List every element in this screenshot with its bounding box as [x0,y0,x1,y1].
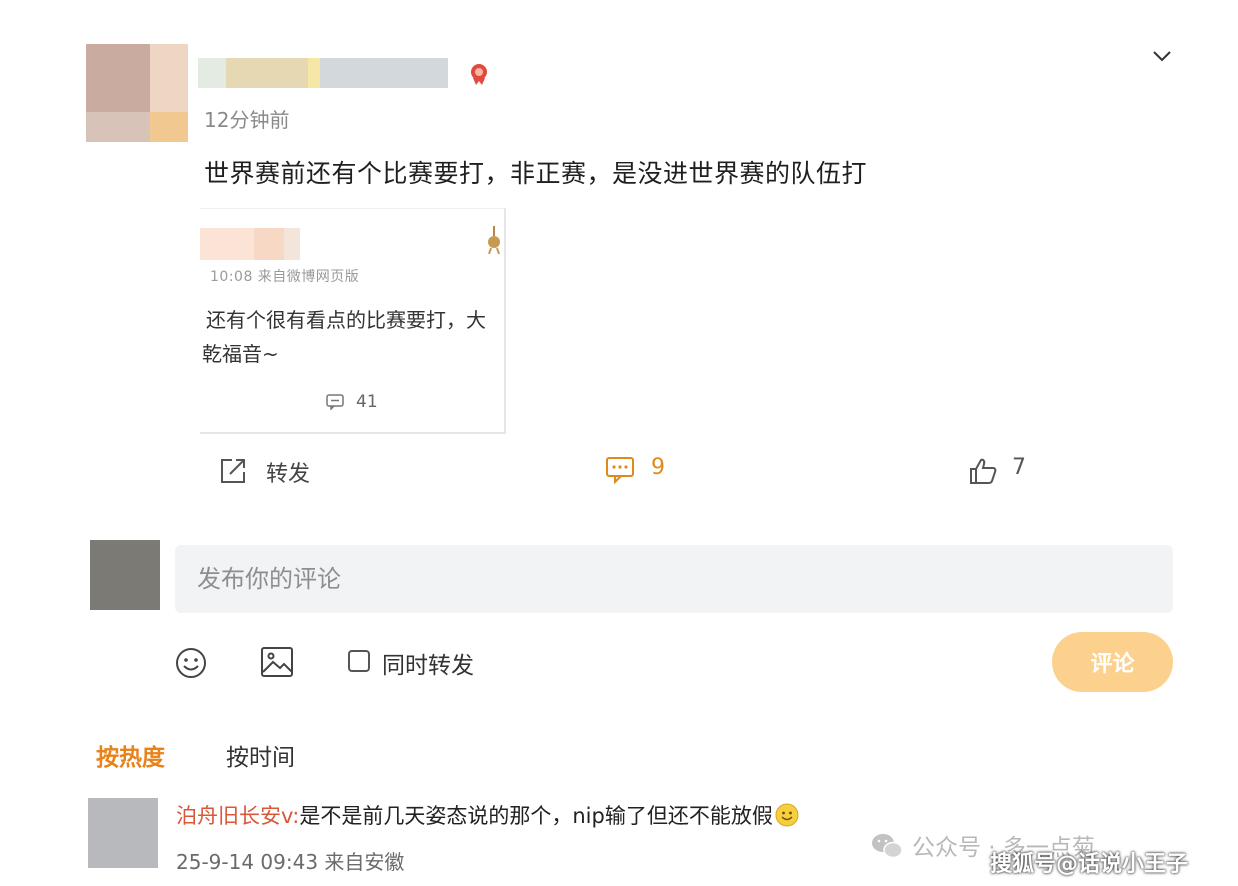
reply-text: 是不是前几天姿态说的那个，nip输了但还不能放假 [299,804,773,828]
sohu-watermark: 搜狐号@话说小王子 [990,852,1189,877]
reply-content: 泊舟旧长安v:是不是前几天姿态说的那个，nip输了但还不能放假 [176,800,799,830]
smile-emoji-icon [775,803,799,827]
embedded-text-line2: 乾福音~ [202,342,279,366]
reply-avatar[interactable] [88,798,158,868]
wechat-icon [872,834,903,859]
comment-icon[interactable] [605,456,635,484]
embedded-badge-icon [488,226,500,254]
chevron-down-icon[interactable] [1150,44,1174,68]
image-icon[interactable] [260,646,294,678]
tab-sort-hot[interactable]: 按热度 [96,738,165,772]
repost-label[interactable]: 同时转发 [382,646,474,680]
tab-sort-time[interactable]: 按时间 [226,738,295,772]
like-count[interactable]: 7 [1012,455,1026,480]
embedded-text-line1: 还有个很有看点的比赛要打，大 [206,308,486,332]
embedded-comment-icon [326,394,344,410]
comment-count[interactable]: 9 [651,455,665,480]
post-author-name-blurred[interactable] [198,58,448,88]
embedded-meta: 10:08 来自微博网页版 [210,269,360,285]
embedded-author-name-blurred [200,228,300,260]
vip-badge-icon [471,64,487,85]
share-icon[interactable] [218,456,248,486]
post-text: 世界赛前还有个比赛要打，非正赛，是没进世界赛的队伍打 [204,159,868,188]
post-author-avatar[interactable] [86,44,188,142]
current-user-avatar [90,540,160,610]
comment-input[interactable] [175,545,1173,613]
repost-checkbox[interactable] [348,650,370,672]
reply-meta: 25-9-14 09:43 来自安徽 [176,850,405,874]
post-timestamp: 12分钟前 [204,108,290,132]
smiley-icon[interactable] [174,646,208,680]
reply-username[interactable]: 泊舟旧长安v: [176,804,299,828]
thumbs-up-icon[interactable] [968,456,998,486]
embedded-comment-count: 41 [356,392,378,412]
submit-comment-button[interactable]: 评论 [1052,632,1173,692]
forward-button[interactable]: 转发 [266,456,310,488]
